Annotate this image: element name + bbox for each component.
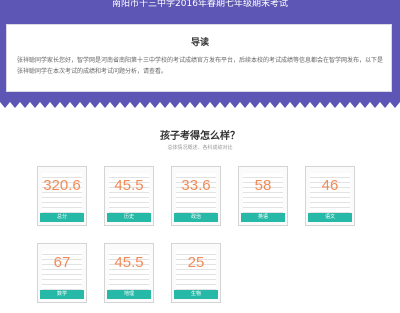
- score-card-total[interactable]: 320.6 总分: [37, 166, 87, 226]
- exam-title: 南阳市十三中学2016年春期七年级期末考试: [112, 0, 288, 9]
- score-value: 58: [254, 177, 272, 194]
- section-subtitle: 总体情况概述、各科成绩对比: [167, 145, 233, 151]
- intro-title: 导读: [190, 38, 209, 48]
- score-value: 67: [53, 254, 71, 271]
- subject-tag: 生物: [174, 290, 218, 299]
- score-card-english[interactable]: 58 英语: [238, 166, 288, 226]
- score-value: 25: [187, 254, 205, 271]
- subject-tag: 历史: [107, 213, 151, 222]
- subject-tag: 总分: [40, 213, 84, 222]
- score-value: 33.6: [181, 177, 211, 194]
- subject-tag: 语文: [308, 213, 352, 222]
- subject-tag: 地理: [107, 290, 151, 299]
- score-card-history[interactable]: 45.5 历史: [104, 166, 154, 226]
- score-card-math[interactable]: 67 数学: [37, 243, 87, 303]
- score-value: 46: [321, 177, 339, 194]
- zigzag-divider: [0, 98, 400, 108]
- score-card-chinese[interactable]: 46 语文: [305, 166, 355, 226]
- subject-tag: 英语: [241, 213, 285, 222]
- subject-tag: 政治: [174, 213, 218, 222]
- subject-tag: 数学: [40, 290, 84, 299]
- score-value: 45.5: [114, 177, 144, 194]
- section-heading: 孩子考得怎么样？: [160, 131, 240, 142]
- intro-card: 导读 张祥聪同学家长您好，智学网是河南省南阳第十三中学校的考试成绩官方发布平台，…: [6, 24, 392, 92]
- score-value: 320.6: [43, 177, 81, 194]
- score-value: 45.5: [114, 254, 144, 271]
- score-card-politics[interactable]: 33.6 政治: [171, 166, 221, 226]
- intro-text: 张祥聪同学家长您好，智学网是河南省南阳第十三中学校的考试成绩官方发布平台，后续本…: [17, 57, 384, 75]
- score-card-geography[interactable]: 45.5 地理: [104, 243, 154, 303]
- score-card-biology[interactable]: 25 生物: [171, 243, 221, 303]
